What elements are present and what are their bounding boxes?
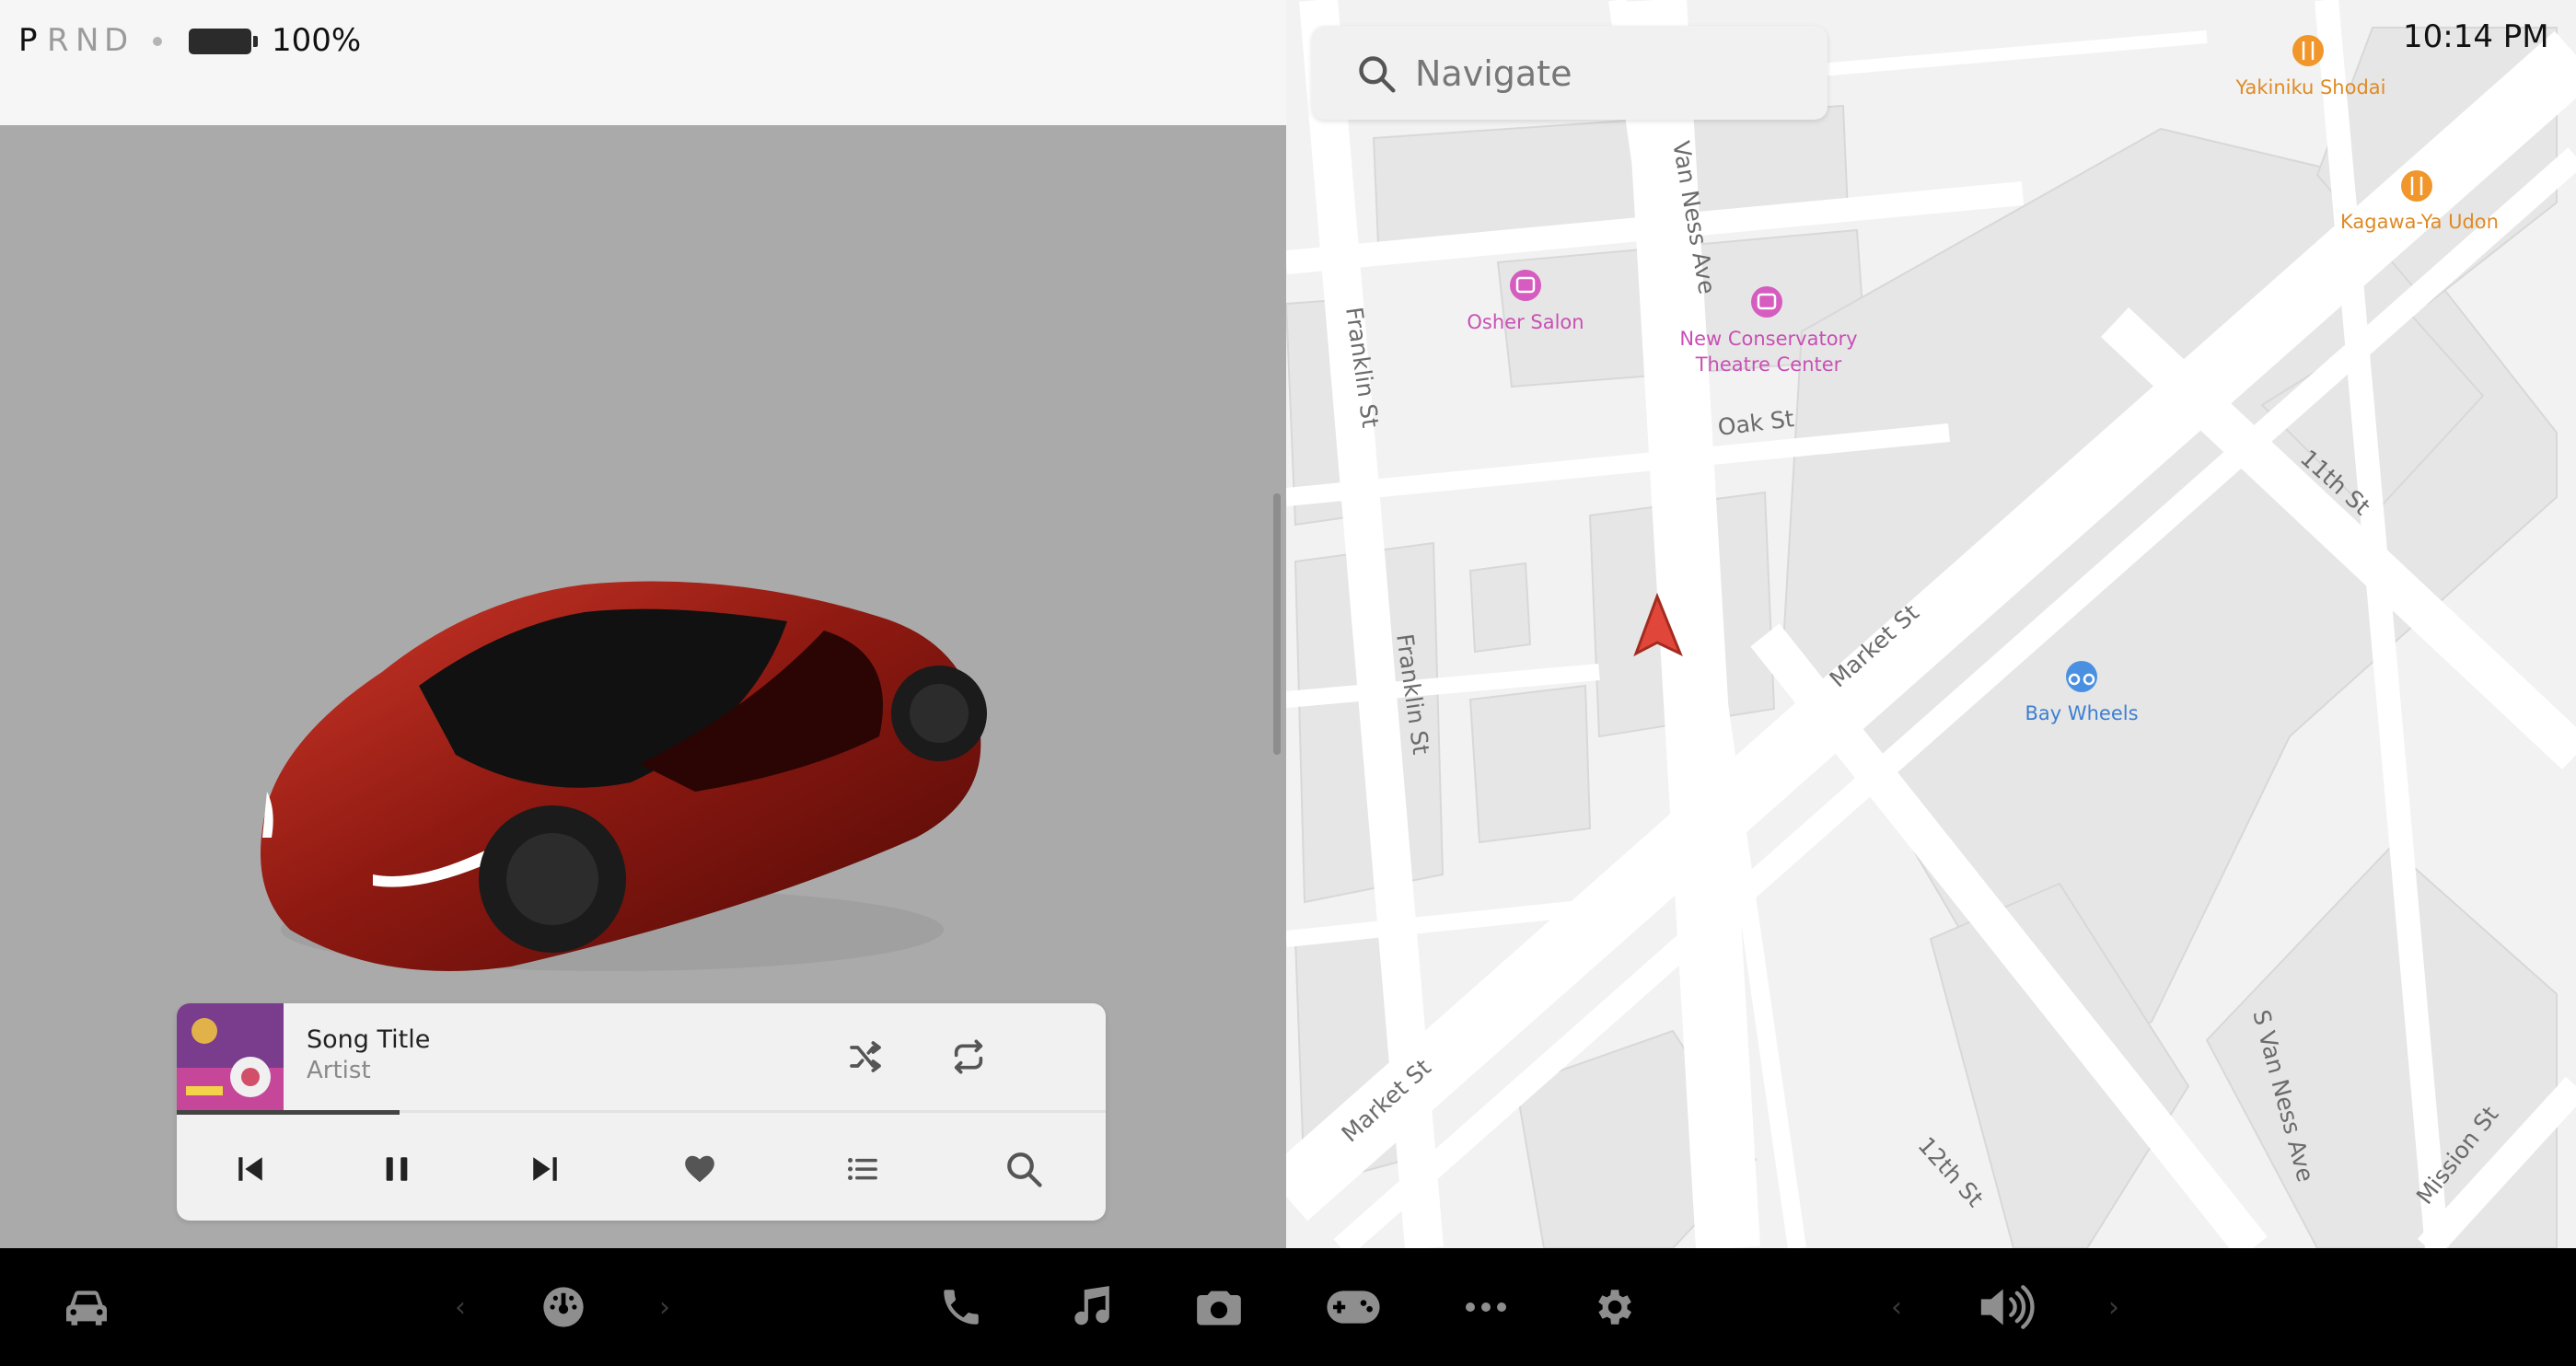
phone-icon[interactable] bbox=[928, 1248, 994, 1366]
search-icon[interactable] bbox=[996, 1141, 1051, 1197]
car-model-image[interactable] bbox=[235, 543, 999, 985]
list-icon[interactable] bbox=[835, 1141, 890, 1197]
previous-icon[interactable] bbox=[223, 1141, 278, 1197]
progress-bar[interactable] bbox=[177, 1110, 400, 1115]
battery-tip bbox=[253, 36, 258, 47]
theater-icon[interactable] bbox=[1510, 270, 1541, 301]
poi-label[interactable]: Kagawa-Ya Udon bbox=[2340, 211, 2499, 233]
media-player: Song Title Artist bbox=[177, 1003, 1106, 1221]
music-icon[interactable] bbox=[1057, 1248, 1123, 1366]
pause-icon[interactable] bbox=[369, 1141, 424, 1197]
gear-drive[interactable]: D bbox=[104, 22, 128, 59]
next-icon[interactable] bbox=[517, 1141, 573, 1197]
vehicle-panel: P R N D 100% Song Title Artist bbox=[0, 0, 1286, 1248]
shuffle-icon[interactable] bbox=[838, 1029, 893, 1084]
gamepad-icon[interactable] bbox=[1317, 1248, 1390, 1366]
taskbar: ‹ › ‹ › bbox=[0, 1248, 2576, 1366]
album-art[interactable] bbox=[177, 1003, 284, 1110]
gear-park[interactable]: P bbox=[18, 22, 38, 59]
chevron-left-icon[interactable]: ‹ bbox=[442, 1248, 479, 1366]
panel-resize-handle[interactable] bbox=[1273, 493, 1281, 755]
navigate-search-box[interactable]: Navigate bbox=[1312, 26, 1828, 120]
heart-icon[interactable] bbox=[672, 1141, 727, 1197]
poi-label[interactable]: New Conservatory bbox=[1679, 328, 1857, 350]
status-bar: P R N D 100% bbox=[0, 0, 1286, 125]
restaurant-icon[interactable] bbox=[2401, 170, 2432, 202]
search-icon bbox=[1359, 56, 1396, 93]
camera-icon[interactable] bbox=[1186, 1248, 1252, 1366]
repeat-icon[interactable] bbox=[941, 1029, 996, 1084]
gear-reverse[interactable]: R bbox=[47, 22, 69, 59]
chevron-right-icon[interactable]: › bbox=[646, 1248, 683, 1366]
chevron-left-icon[interactable]: ‹ bbox=[1878, 1248, 1915, 1366]
separator-dot bbox=[153, 37, 162, 46]
search-placeholder: Navigate bbox=[1415, 53, 1572, 94]
poi-label[interactable]: Theatre Center bbox=[1695, 353, 1842, 376]
poi-label[interactable]: Osher Salon bbox=[1467, 311, 1584, 333]
poi-label[interactable]: Bay Wheels bbox=[2025, 702, 2138, 724]
gear-neutral[interactable]: N bbox=[75, 22, 99, 59]
navigation-map[interactable]: Franklin St Franklin St Van Ness Ave Oak… bbox=[1286, 0, 2576, 1248]
volume-icon[interactable] bbox=[1970, 1248, 2044, 1366]
map-canvas[interactable]: Franklin St Franklin St Van Ness Ave Oak… bbox=[1286, 0, 2576, 1248]
clock: 10:14 PM bbox=[2403, 18, 2549, 55]
more-icon[interactable] bbox=[1453, 1248, 1519, 1366]
battery-percent: 100% bbox=[272, 22, 362, 59]
settings-icon[interactable] bbox=[1580, 1248, 1646, 1366]
battery-icon bbox=[189, 29, 251, 54]
theater-icon[interactable] bbox=[1751, 286, 1782, 318]
chevron-right-icon[interactable]: › bbox=[2095, 1248, 2132, 1366]
dashboard-icon[interactable] bbox=[530, 1248, 597, 1366]
restaurant-icon[interactable] bbox=[2292, 35, 2324, 66]
artist-name: Artist bbox=[307, 1057, 371, 1084]
poi-label[interactable]: Yakiniku Shodai bbox=[2235, 76, 2386, 98]
car-icon[interactable] bbox=[53, 1248, 120, 1366]
song-title: Song Title bbox=[307, 1025, 431, 1054]
